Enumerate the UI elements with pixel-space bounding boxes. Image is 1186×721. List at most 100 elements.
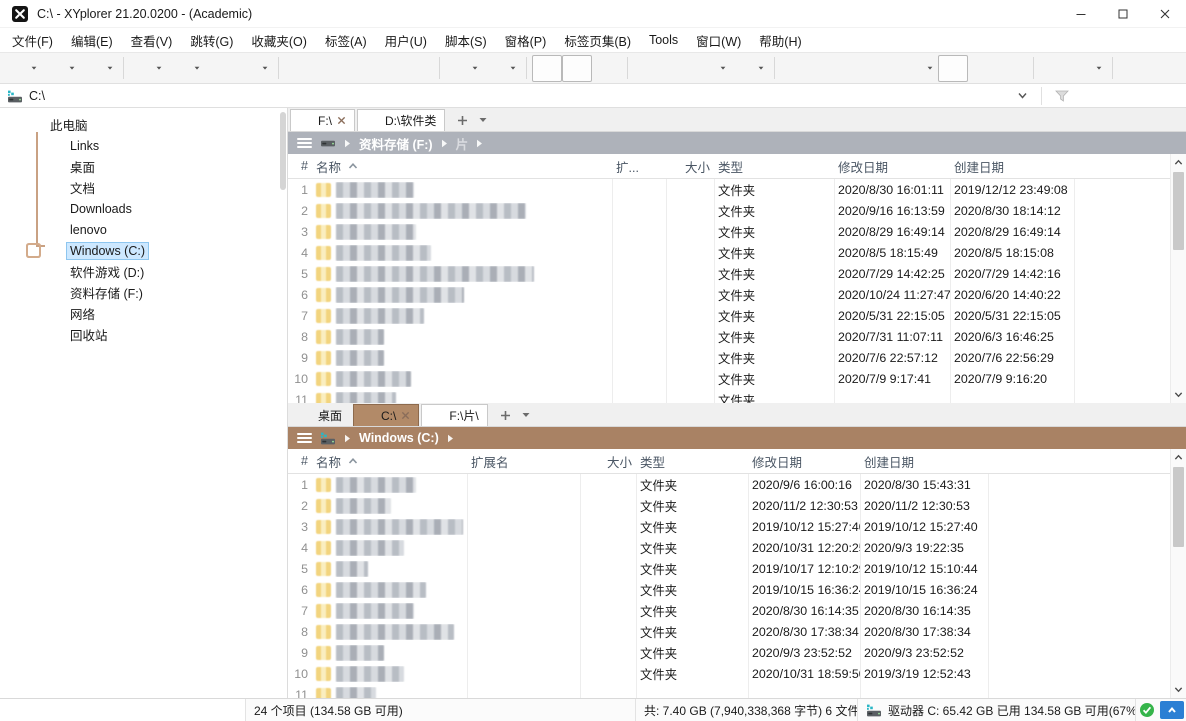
column-header-modified[interactable]: 修改日期 [834,157,950,176]
caret-down-icon[interactable] [757,64,765,72]
desktop-monitor-button[interactable] [129,55,167,82]
back-arrow-button[interactable] [4,55,42,82]
tree-scrollbar[interactable] [280,112,286,190]
expander[interactable] [8,119,19,130]
table-row[interactable]: 6 文件夹 2020/10/24 11:27:47 2020/6/20 14:4… [288,284,1170,305]
weight-button[interactable] [592,55,622,82]
tree-item[interactable]: 此电脑 [0,114,287,135]
table-row[interactable]: 2 文件夹 2020/11/2 12:30:53 2020/11/2 12:30… [288,495,1170,516]
hamburger-icon[interactable] [297,138,312,148]
close-icon[interactable] [401,411,410,420]
tab[interactable]: 桌面 [290,404,351,426]
caret-down-icon[interactable] [1095,64,1103,72]
maximize-button[interactable] [1102,0,1144,27]
forward-arrow-button[interactable] [42,55,80,82]
up-arrow-button[interactable] [80,55,118,82]
expander[interactable] [28,182,39,193]
menu-item[interactable]: 查看(V) [122,28,182,53]
cut-button[interactable] [344,55,374,82]
table-row[interactable]: 1 文件夹 2020/8/30 16:01:11 2019/12/12 23:4… [288,179,1170,200]
menu-item[interactable]: 脚本(S) [436,28,496,53]
undo-button[interactable] [445,55,483,82]
menu-item[interactable]: 编辑(E) [62,28,122,53]
column-header-name[interactable]: 名称 [312,157,612,176]
column-header-name[interactable]: 名称 [312,452,467,471]
tab[interactable]: F:\ [290,109,355,131]
paste-button[interactable] [374,55,404,82]
tree-item[interactable]: 软件游戏 (D:) [0,261,287,282]
menu-item[interactable]: 窗口(W) [687,28,750,53]
caret-down-dark-icon[interactable] [521,410,531,420]
filter-input[interactable] [1048,84,1186,107]
table-row[interactable]: 4 文件夹 2020/10/31 12:20:25 2020/9/3 19:22… [288,537,1170,558]
tab[interactable]: D:\软件类 [357,109,446,131]
table-row[interactable]: 4 文件夹 2020/8/5 18:15:49 2020/8/5 18:15:0… [288,242,1170,263]
column-header-ext[interactable]: 扩... [612,157,666,176]
column-header-size[interactable]: 大小 [666,157,714,176]
checkbox-select-button[interactable] [562,54,592,82]
table-row[interactable]: 9 文件夹 2020/9/3 23:52:52 2020/9/3 23:52:5… [288,642,1170,663]
table-row[interactable]: 3 文件夹 2020/8/29 16:49:14 2020/8/29 16:49… [288,221,1170,242]
settings-gear-button[interactable] [1118,55,1148,82]
menu-item[interactable]: 收藏夹(O) [242,28,316,53]
spiral-lollipop-button[interactable] [780,55,810,82]
table-row[interactable]: 11 [288,684,1170,698]
quad-panes-button[interactable] [870,55,900,82]
column-header-type[interactable]: 类型 [636,452,748,471]
caret-down-icon[interactable] [193,64,201,72]
copy-button[interactable] [314,55,344,82]
tree-item[interactable]: 回收站 [0,324,287,345]
minimize-button[interactable] [1060,0,1102,27]
column-header-ext[interactable]: 扩展名 [467,452,580,471]
menu-item[interactable]: 标签页集(B) [555,28,640,53]
plus-icon[interactable] [500,410,511,421]
tree-item[interactable]: lenovo [0,219,287,240]
table-row[interactable]: 7 文件夹 2020/5/31 22:15:05 2020/5/31 22:15… [288,305,1170,326]
table-row[interactable]: 11 文件夹 [288,389,1170,403]
caret-down-dark-icon[interactable] [478,115,488,125]
table-row[interactable]: 5 文件夹 2020/7/29 14:42:25 2020/7/29 14:42… [288,263,1170,284]
caret-down-icon[interactable] [155,64,163,72]
menu-item[interactable]: 标签(A) [316,28,376,53]
breadcrumb-segment[interactable]: Windows (C:) [359,431,439,445]
tree-item[interactable]: Windows (C:) [0,240,287,261]
diamond-pane-button[interactable] [998,55,1028,82]
expander[interactable] [28,266,39,277]
expander[interactable] [28,140,39,151]
caret-down-icon[interactable] [719,64,727,72]
table-row[interactable]: 2 文件夹 2020/9/16 16:13:59 2020/8/30 18:14… [288,200,1170,221]
dark-moon-button[interactable] [810,55,840,82]
zoom-circle-button[interactable] [205,55,235,82]
close-icon[interactable] [337,116,346,125]
address-dropdown-button[interactable] [1009,90,1035,101]
expander[interactable] [28,308,39,319]
tree-item[interactable]: 桌面 [0,156,287,177]
tab[interactable]: C:\ [353,404,420,426]
table-row[interactable]: 3 文件夹 2019/10/12 15:27:40 2019/10/12 15:… [288,516,1170,537]
status-panel-toggle-button[interactable] [1160,701,1184,719]
plus-icon[interactable] [457,115,468,126]
column-header-created[interactable]: 创建日期 [950,157,1074,176]
details-grid-button[interactable] [900,55,938,82]
expander[interactable] [28,203,39,214]
table-row[interactable]: 1 文件夹 2020/9/6 16:00:16 2020/8/30 15:43:… [288,474,1170,495]
split-horizontal-button[interactable] [938,54,968,82]
table-row[interactable]: 9 文件夹 2020/7/6 22:57:12 2020/7/6 22:56:2… [288,347,1170,368]
single-pane-button[interactable] [968,55,998,82]
column-header-size[interactable]: 大小 [580,452,636,471]
color-circles-button[interactable] [1039,55,1069,82]
find-files-button[interactable] [633,55,663,82]
expander[interactable] [28,287,39,298]
redo-button[interactable] [483,55,521,82]
table-row[interactable]: 6 文件夹 2019/10/15 16:36:24 2019/10/15 16:… [288,579,1170,600]
tree-item[interactable]: 文档 [0,177,287,198]
filter-funnel-blue-button[interactable] [663,55,693,82]
menu-item[interactable]: Tools [640,30,687,50]
expander[interactable] [28,224,39,235]
goto-circle-button[interactable] [235,55,273,82]
tab[interactable]: F:\片\ [421,404,488,426]
caret-down-icon[interactable] [68,64,76,72]
column-header-modified[interactable]: 修改日期 [748,452,860,471]
tree-item[interactable]: Links [0,135,287,156]
menu-item[interactable]: 跳转(G) [181,28,242,53]
